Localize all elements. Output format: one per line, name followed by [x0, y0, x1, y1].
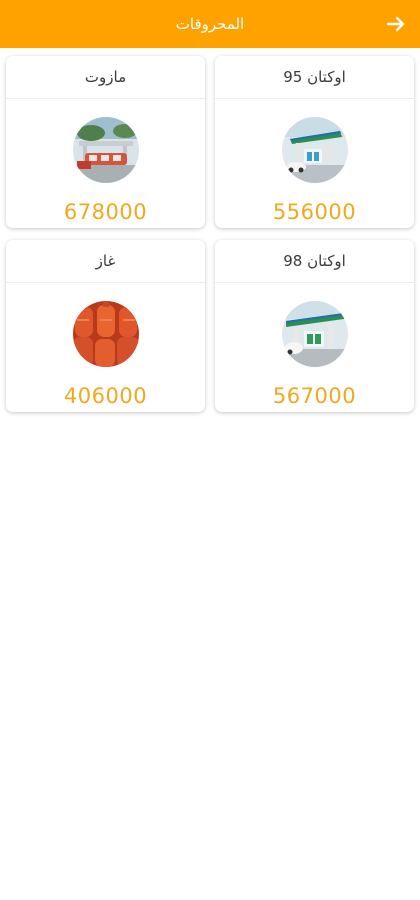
arrow-right-icon [386, 16, 405, 32]
gas-station-image [281, 301, 348, 367]
fuel-truck-image [72, 117, 139, 183]
products-grid: اوكتان 95 556000 مازوت 678000 اوكتان 98 … [6, 56, 414, 412]
product-price: 556000 [272, 200, 357, 224]
page-title: المحروقات [175, 15, 245, 33]
product-card-mazout[interactable]: مازوت 678000 [6, 56, 205, 228]
product-price: 678000 [63, 200, 148, 224]
product-name: اوكتان 98 [215, 240, 414, 283]
product-price: 406000 [63, 384, 148, 408]
product-card-gas[interactable]: غاز 406000 [6, 240, 205, 412]
gas-cylinders-image [72, 301, 139, 367]
product-name: اوكتان 95 [215, 56, 414, 99]
product-name: مازوت [6, 56, 205, 99]
product-price: 567000 [272, 384, 357, 408]
gas-station-image [281, 117, 348, 183]
app-bar: المحروقات [0, 0, 420, 48]
product-name: غاز [6, 240, 205, 283]
back-button[interactable] [384, 12, 408, 36]
product-card-octane-98[interactable]: اوكتان 98 567000 [215, 240, 414, 412]
product-card-octane-95[interactable]: اوكتان 95 556000 [215, 56, 414, 228]
